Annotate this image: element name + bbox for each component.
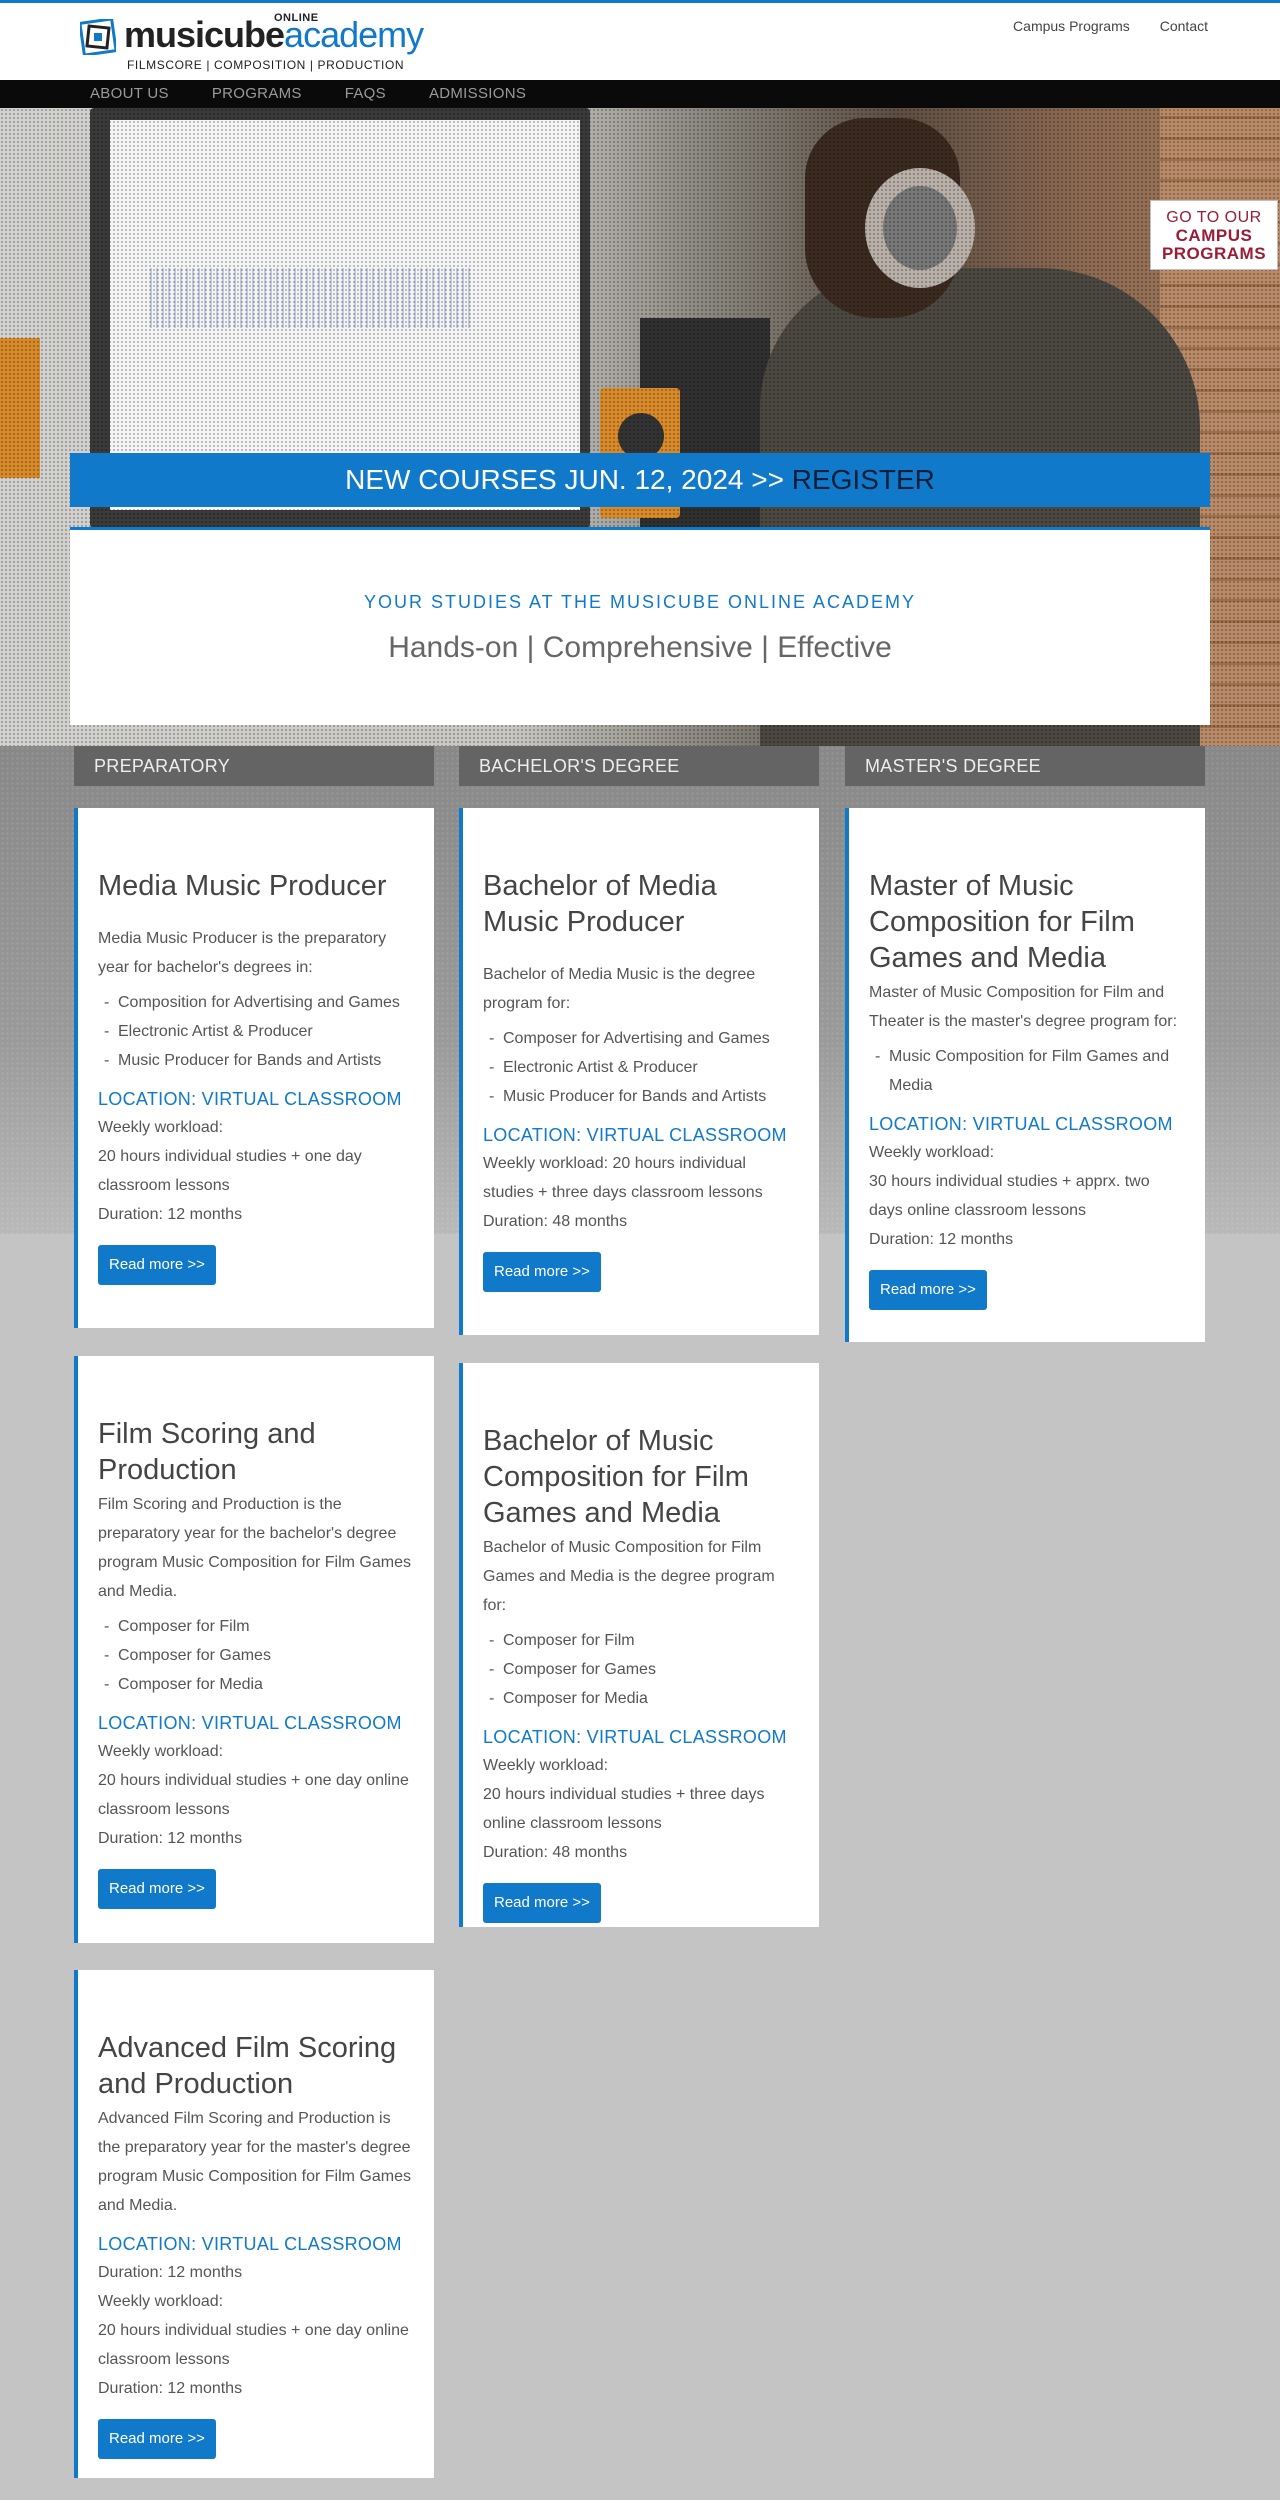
card-detail: Duration: 12 months bbox=[98, 2264, 243, 2281]
list-item: Composer for Film bbox=[483, 1626, 797, 1655]
card-detail: Duration: 12 months bbox=[98, 2380, 243, 2397]
card-title: Film Scoring and Production bbox=[98, 1418, 316, 1486]
list-item: Music Producer for Bands and Artists bbox=[98, 1046, 412, 1075]
list-item: Composer for Advertising and Games bbox=[483, 1024, 797, 1053]
column-header-bachelors: BACHELOR'S DEGREE bbox=[459, 746, 819, 786]
nav-item-about-us[interactable]: ABOUT US bbox=[90, 85, 169, 102]
card-location: LOCATION: VIRTUAL CLASSROOM bbox=[98, 2234, 402, 2254]
card-title: Master of Music Composition for Film Gam… bbox=[869, 870, 1135, 974]
main-nav: ABOUT US PROGRAMS FAQS ADMISSIONS bbox=[0, 80, 1280, 108]
list-item: Composer for Games bbox=[483, 1655, 797, 1684]
program-card-media-music-producer: Media Music Producer Media Music Produce… bbox=[74, 808, 434, 1328]
campus-programs-link[interactable]: Campus Programs bbox=[1013, 18, 1130, 34]
campus-programs-badge[interactable]: GO TO OUR CAMPUS PROGRAMS bbox=[1150, 200, 1278, 270]
register-text: NEW COURSES JUN. 12, 2024 >> bbox=[345, 464, 792, 495]
program-card-advanced-film-scoring: Advanced Film Scoring and Production Adv… bbox=[74, 1970, 434, 2478]
nav-item-faqs[interactable]: FAQS bbox=[345, 85, 386, 102]
list-item: Composer for Media bbox=[98, 1670, 412, 1699]
card-detail: Duration: 12 months bbox=[98, 1830, 243, 1847]
list-item: Composer for Games bbox=[98, 1641, 412, 1670]
card-title: Bachelor of Music Composition for Film G… bbox=[483, 1425, 749, 1529]
card-description: Bachelor of Music Composition for Film G… bbox=[483, 1539, 775, 1614]
intro-tagline: Hands-on | Comprehensive | Effective bbox=[388, 631, 892, 664]
cube-logo-icon bbox=[80, 19, 116, 55]
site-logo[interactable]: ONLINE musicubeacademy FILMSCORE | COMPO… bbox=[80, 12, 440, 73]
card-detail: 20 hours individual studies + three days… bbox=[483, 1786, 765, 1832]
card-description: Advanced Film Scoring and Production is … bbox=[98, 2110, 411, 2214]
read-more-button[interactable]: Read more >> bbox=[98, 2419, 216, 2459]
list-item: Composer for Media bbox=[483, 1684, 797, 1713]
card-title: Bachelor of Media Music Producer bbox=[483, 870, 717, 938]
card-title: Advanced Film Scoring and Production bbox=[98, 2032, 397, 2100]
list-item: Composition for Advertising and Games bbox=[98, 988, 412, 1017]
list-item: Music Producer for Bands and Artists bbox=[483, 1082, 797, 1111]
card-list: Composition for Advertising and Games El… bbox=[98, 988, 412, 1075]
card-location: LOCATION: VIRTUAL CLASSROOM bbox=[98, 1089, 402, 1109]
site-header: ONLINE musicubeacademy FILMSCORE | COMPO… bbox=[0, 3, 1280, 80]
card-detail: Duration: 48 months bbox=[483, 1844, 628, 1861]
campus-badge-line1: GO TO OUR bbox=[1166, 209, 1262, 226]
read-more-button[interactable]: Read more >> bbox=[98, 1245, 216, 1285]
card-description: Master of Music Composition for Film and… bbox=[869, 984, 1178, 1030]
list-item: Music Composition for Film Games and Med… bbox=[869, 1042, 1183, 1100]
card-detail: 30 hours individual studies + apprx. two… bbox=[869, 1173, 1150, 1219]
card-detail: Weekly workload: 20 hours individual stu… bbox=[483, 1155, 763, 1201]
column-header-preparatory: PREPARATORY bbox=[74, 746, 434, 786]
read-more-button[interactable]: Read more >> bbox=[869, 1270, 987, 1310]
logo-name-light: academy bbox=[284, 14, 424, 55]
card-detail: Weekly workload: bbox=[98, 1743, 224, 1760]
logo-tagline: FILMSCORE | COMPOSITION | PRODUCTION bbox=[127, 58, 405, 72]
register-banner[interactable]: NEW COURSES JUN. 12, 2024 >> REGISTER bbox=[70, 453, 1210, 507]
card-description: Film Scoring and Production is the prepa… bbox=[98, 1496, 411, 1600]
nav-item-admissions[interactable]: ADMISSIONS bbox=[429, 85, 526, 102]
card-location: LOCATION: VIRTUAL CLASSROOM bbox=[869, 1114, 1173, 1134]
card-detail: 20 hours individual studies + one day on… bbox=[98, 1772, 409, 1818]
nav-item-programs[interactable]: PROGRAMS bbox=[212, 85, 302, 102]
list-item: Composer for Film bbox=[98, 1612, 412, 1641]
card-description: Media Music Producer is the preparatory … bbox=[98, 930, 387, 976]
campus-badge-line3: PROGRAMS bbox=[1161, 244, 1267, 263]
card-detail: Duration: 48 months bbox=[483, 1213, 628, 1230]
list-item: Electronic Artist & Producer bbox=[98, 1017, 412, 1046]
card-detail: Duration: 12 months bbox=[98, 1206, 243, 1223]
column-header-masters: MASTER'S DEGREE bbox=[845, 746, 1205, 786]
logo-wordmark: musicubeacademy bbox=[124, 14, 424, 55]
program-card-bachelor-music-composition: Bachelor of Music Composition for Film G… bbox=[459, 1363, 819, 1927]
card-detail: Weekly workload: bbox=[483, 1757, 609, 1774]
contact-link[interactable]: Contact bbox=[1160, 18, 1208, 34]
utility-nav: Campus Programs Contact bbox=[1013, 18, 1208, 34]
card-list: Composer for Advertising and Games Elect… bbox=[483, 1024, 797, 1111]
card-detail: 20 hours individual studies + one day on… bbox=[98, 2322, 409, 2368]
card-location: LOCATION: VIRTUAL CLASSROOM bbox=[483, 1727, 787, 1747]
card-list: Composer for Film Composer for Games Com… bbox=[98, 1612, 412, 1699]
intro-kicker: YOUR STUDIES AT THE MUSICUBE ONLINE ACAD… bbox=[363, 592, 917, 612]
logo-name-bold: musicube bbox=[124, 14, 285, 55]
card-location: LOCATION: VIRTUAL CLASSROOM bbox=[98, 1713, 402, 1733]
card-detail: Duration: 12 months bbox=[869, 1231, 1014, 1248]
card-list: Composer for Film Composer for Games Com… bbox=[483, 1626, 797, 1713]
program-card-master-music-composition: Master of Music Composition for Film Gam… bbox=[845, 808, 1205, 1342]
card-detail: Weekly workload: bbox=[98, 2293, 224, 2310]
card-location: LOCATION: VIRTUAL CLASSROOM bbox=[483, 1125, 787, 1145]
program-card-bachelor-media-music-producer: Bachelor of Media Music Producer Bachelo… bbox=[459, 808, 819, 1335]
program-card-film-scoring-production: Film Scoring and Production Film Scoring… bbox=[74, 1356, 434, 1943]
card-title: Media Music Producer bbox=[98, 870, 387, 902]
register-link[interactable]: REGISTER bbox=[792, 464, 935, 495]
campus-badge-line2: CAMPUS bbox=[1175, 226, 1253, 245]
list-item: Electronic Artist & Producer bbox=[483, 1053, 797, 1082]
card-description: Bachelor of Media Music is the degree pr… bbox=[483, 966, 756, 1012]
card-detail: 20 hours individual studies + one day cl… bbox=[98, 1148, 362, 1194]
intro-box: YOUR STUDIES AT THE MUSICUBE ONLINE ACAD… bbox=[70, 527, 1210, 725]
read-more-button[interactable]: Read more >> bbox=[483, 1883, 601, 1923]
card-list: Music Composition for Film Games and Med… bbox=[869, 1042, 1183, 1100]
card-detail: Weekly workload: bbox=[98, 1119, 224, 1136]
read-more-button[interactable]: Read more >> bbox=[98, 1869, 216, 1909]
read-more-button[interactable]: Read more >> bbox=[483, 1252, 601, 1292]
card-detail: Weekly workload: bbox=[869, 1144, 995, 1161]
